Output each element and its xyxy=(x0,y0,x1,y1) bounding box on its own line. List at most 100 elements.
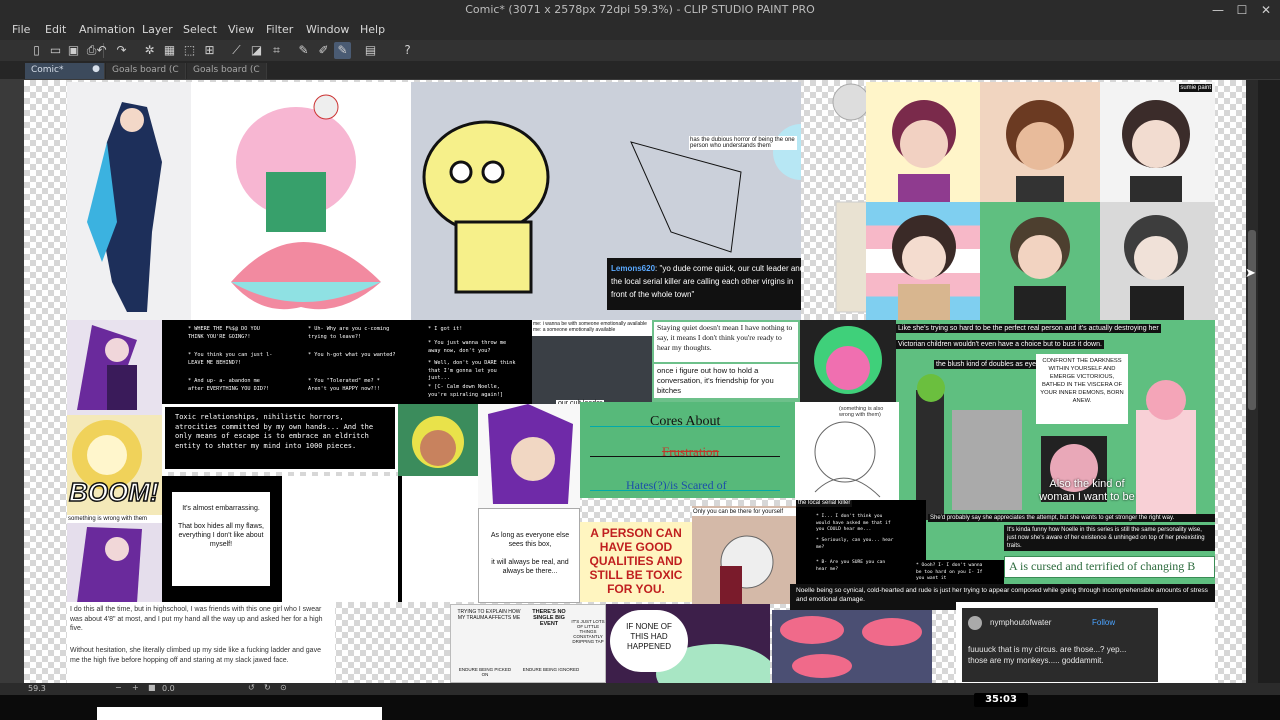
icon-art-3: sumie paint xyxy=(1100,82,1215,202)
menu-select[interactable]: Select xyxy=(183,23,217,36)
undo-icon[interactable]: ↶ xyxy=(93,42,110,59)
pen-icon[interactable]: ✎ xyxy=(295,42,312,59)
highschool-text: I do this all the time, but in highschoo… xyxy=(70,606,323,632)
trying-explain-text: TRYING TO EXPLAIN HOW MY TRAUMA AFFECTS … xyxy=(457,609,521,621)
invert-icon[interactable]: ◪ xyxy=(248,42,265,59)
character-art-wolf xyxy=(67,82,191,320)
toxic-relationships-box: Toxic relationships, nihilistic horrors,… xyxy=(162,404,398,472)
reset-rotation-icon[interactable]: ⊙ xyxy=(280,683,287,692)
dialogue-line: * You think you can just l- LEAVE ME BEH… xyxy=(188,352,273,366)
snap-ruler-icon[interactable]: ✎ xyxy=(334,42,351,59)
fit-icon[interactable]: ■ xyxy=(148,683,156,692)
menu-view[interactable]: View xyxy=(228,23,254,36)
zoom-out-icon[interactable]: − xyxy=(115,683,122,692)
save-icon[interactable]: ▣ xyxy=(65,42,82,59)
document-tabs: Comic* ● Goals board (C Goals board (C xyxy=(0,61,1280,80)
rotate-left-icon[interactable]: ↺ xyxy=(248,683,255,692)
menu-animation[interactable]: Animation xyxy=(79,23,135,36)
brush-icon[interactable]: ✐ xyxy=(315,42,332,59)
command-bar: ▯ ▭ ▣ ⎙ ↶ ↷ ✲ ▦ ⬚ ⊞ ⟋ ◪ ⌗ ✎ ✐ ✎ ▤ ? xyxy=(0,40,1280,61)
deselect-icon[interactable]: ⟋ xyxy=(228,42,245,59)
appreciate-text: She'd probably say she appreciates the a… xyxy=(928,514,1215,522)
sumie-label: sumie paint xyxy=(1179,84,1212,92)
local-killer-tag: the local serial killer xyxy=(796,500,853,507)
dialogue-line-2: * Oooh? I- I don't wanna be too hard on … xyxy=(896,560,1004,584)
collage-green-right: Like she's trying so hard to be the perf… xyxy=(896,320,1215,600)
vertical-scrollbar[interactable] xyxy=(1246,80,1258,683)
menu-window[interactable]: Window xyxy=(306,23,349,36)
dialogue-line: * And up- a- abandon me after EVERYTHING… xyxy=(188,378,270,392)
display-icon[interactable]: ▤ xyxy=(362,42,379,59)
trauma-comic-panel: TRYING TO EXPLAIN HOW MY TRAUMA AFFECTS … xyxy=(450,604,606,683)
open-folder-icon[interactable]: ▭ xyxy=(47,42,64,59)
help-icon[interactable]: ? xyxy=(399,42,416,59)
status-bar: 59.3 − + ■ 0.0 ↺ ↻ ⊙ xyxy=(0,683,1280,695)
blonde-character-art xyxy=(398,404,478,476)
frustration-text: Frustration xyxy=(662,444,720,459)
tweet-username: nymphoutofwater xyxy=(990,618,1052,627)
comic-strip-panel: It's almost embarrassing. That box hides… xyxy=(162,476,478,602)
kinda-funny-text: It's kinda funny how Noelle in this seri… xyxy=(1004,525,1215,551)
icon-art-4 xyxy=(866,202,980,320)
fill-icon[interactable]: ▦ xyxy=(161,42,178,59)
figure-out-text: once i figure out how to hold a conversa… xyxy=(654,364,798,398)
redo-icon[interactable]: ↷ xyxy=(113,42,130,59)
dialogue-line: * I got it! xyxy=(428,326,463,332)
tab-comic[interactable]: Comic* ● xyxy=(25,63,105,79)
quote-box: Lemons620: "yo dude come quick, our cult… xyxy=(607,258,801,310)
expand-icon[interactable]: ⬚ xyxy=(181,42,198,59)
mouse-cursor-icon: ➤ xyxy=(1245,266,1256,281)
highschool-story-panel: I do this all the time, but in highschoo… xyxy=(67,602,335,683)
canvas-area[interactable]: has the dubious horror of being the one … xyxy=(24,80,1246,683)
clear-icon[interactable]: ✲ xyxy=(141,42,158,59)
tweet-panel-bg: nymphoutofwater Follow fuuuuck that is m… xyxy=(956,602,1215,683)
if-none-panel: IF NONE OF THIS HAD HAPPENED xyxy=(606,604,770,683)
victorian-text: Victorian children wouldn't even have a … xyxy=(896,340,1104,349)
icon-art-6 xyxy=(1100,202,1215,320)
tweet-text: fuuuuck that is my circus. are those...?… xyxy=(968,645,1127,665)
dialogue-line: * WHERE THE F%$@ DO YOU THINK YOU'RE GOI… xyxy=(188,326,260,340)
minimize-button[interactable]: — xyxy=(1206,0,1230,21)
tab-goals-board-2[interactable]: Goals board (C xyxy=(187,63,267,79)
tab-goals-board-1[interactable]: Goals board (C xyxy=(106,63,186,79)
manga-art-2 xyxy=(402,476,478,602)
tweet-card: nymphoutofwater Follow fuuuuck that is m… xyxy=(962,608,1158,682)
menu-help[interactable]: Help xyxy=(360,23,385,36)
menu-edit[interactable]: Edit xyxy=(45,23,66,36)
kind-of-woman-text: Also the kind of woman I want to be xyxy=(1039,478,1135,503)
sketch-doll xyxy=(801,82,866,320)
big-event-text: THERE'S NO SINGLE BIG EVENT xyxy=(532,609,566,627)
follow-button[interactable]: Follow xyxy=(1092,618,1115,627)
tab-label: Comic* xyxy=(31,65,64,75)
icon-art-5 xyxy=(980,202,1100,320)
mirror-art-panel: Only you can be there for yourself xyxy=(692,506,796,604)
maximize-button[interactable]: ☐ xyxy=(1230,0,1254,21)
zoom-value[interactable]: 59.3 xyxy=(28,684,46,693)
little-things-text: IT'S JUST LOTS OF LITTLE THINGS CONSTANT… xyxy=(571,619,605,644)
video-overlay-strip xyxy=(0,695,1280,720)
boom-panel: BOOM! xyxy=(67,415,162,515)
dialogue-line: * Well, don't you DARE think that I'm go… xyxy=(428,360,516,381)
menu-filter[interactable]: Filter xyxy=(266,23,293,36)
something-wrong-text: something is wrong with them xyxy=(67,515,162,523)
dialogue-line: * Uh- Why are you c-coming trying to lea… xyxy=(308,326,390,340)
emo-caption: me: i wanna be with someone emotionally … xyxy=(532,320,652,336)
hesitation-text: Without hesitation, she literally climbe… xyxy=(70,647,321,664)
rotate-right-icon[interactable]: ↻ xyxy=(264,683,271,692)
ignore-text-2: ENDURE BEING IGNORED xyxy=(522,667,580,672)
divider-arrow xyxy=(590,456,780,457)
scrollbar-thumb[interactable] xyxy=(1248,230,1256,410)
dialogue-line: * You h-got what you wanted? xyxy=(308,352,396,358)
zoom-in-icon[interactable]: + xyxy=(132,683,139,692)
dark-comic-panel xyxy=(772,610,932,683)
toxic-bold-panel: A PERSON CAN HAVE GOOD QUALITIES AND STI… xyxy=(580,522,692,602)
menu-file[interactable]: File xyxy=(12,23,30,36)
crop-icon[interactable]: ⌗ xyxy=(268,42,285,59)
rotation-value[interactable]: 0.0 xyxy=(162,684,175,693)
close-button[interactable]: ✕ xyxy=(1254,0,1278,21)
transform-icon[interactable]: ⊞ xyxy=(201,42,218,59)
character-art-pink xyxy=(191,82,411,320)
menu-layer[interactable]: Layer xyxy=(142,23,173,36)
new-file-icon[interactable]: ▯ xyxy=(28,42,45,59)
close-tab-icon[interactable]: ● xyxy=(92,64,100,74)
